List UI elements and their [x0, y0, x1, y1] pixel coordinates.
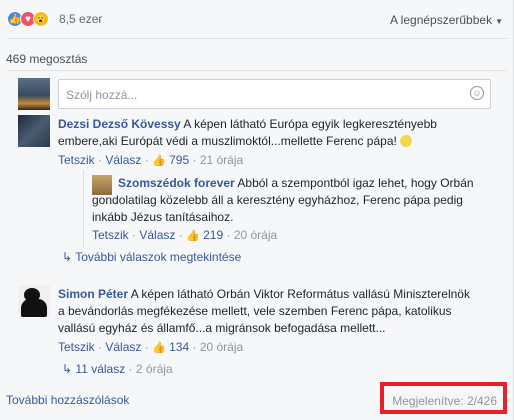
comment-body: Simon Péter A képen látható Orbán Viktor…	[58, 286, 498, 337]
like-button[interactable]: Tetszik	[58, 340, 95, 354]
comment-time[interactable]: 21 órája	[200, 153, 243, 167]
like-button[interactable]: Tetszik	[58, 153, 95, 167]
comment-author[interactable]: Dezsi Dezső Kövessy	[58, 117, 181, 131]
divider	[7, 70, 507, 71]
thumbs-up-icon: 👍	[152, 155, 166, 167]
wow-icon: 😮	[33, 11, 49, 27]
comment-text: vallású egyház és államfő...a migránsok …	[58, 321, 386, 335]
emoji-icon[interactable]: ☺	[470, 86, 484, 100]
comment-actions: Tetszik · Válasz · 👍 219 · 20 órája	[92, 228, 278, 242]
smiley-emoji-icon	[400, 135, 413, 147]
like-button[interactable]: Tetszik	[92, 228, 129, 242]
comment-author[interactable]: Szomszédok forever	[118, 176, 235, 190]
comment-text: A képen látható Európa egyik legkereszté…	[183, 117, 437, 131]
shown-count-highlight: Megjelenítve: 2/426	[380, 382, 507, 414]
comment-text: embere,aki Európát védi a muszlimoktól..…	[58, 134, 397, 148]
reaction-count[interactable]: 8,5 ezer	[59, 12, 102, 26]
sort-dropdown[interactable]: A legnépszerűbbek ▼	[390, 13, 503, 27]
comments-panel: 👍 ♥ 😮 8,5 ezer A legnépszerűbbek ▼ 469 me…	[0, 0, 514, 420]
replies-link[interactable]: 11 válasz	[75, 362, 125, 376]
comment-input[interactable]: Szólj hozzá... ☺	[58, 79, 491, 109]
replies-time: 2 órája	[135, 362, 173, 376]
reply-button[interactable]: Válasz	[105, 153, 141, 167]
thumbs-up-icon: 👍	[186, 230, 200, 242]
avatar[interactable]	[18, 285, 50, 317]
more-comments-link[interactable]: További hozzászólások	[6, 393, 129, 407]
comment-actions: Tetszik · Válasz · 👍 795 · 21 órája	[58, 153, 244, 167]
comment-text: a bevándorlás megfékezése mellett, vele …	[58, 304, 452, 318]
thumbs-up-icon: 👍	[152, 342, 166, 354]
current-user-avatar[interactable]	[18, 78, 50, 110]
share-count[interactable]: 469 megosztás	[6, 52, 87, 66]
comment-time[interactable]: 20 órája	[234, 228, 277, 242]
reply-button[interactable]: Válasz	[105, 340, 141, 354]
divider	[7, 38, 507, 39]
like-count[interactable]: 219	[203, 228, 223, 242]
reply-body: Szomszédok forever Abból a szempontból i…	[92, 175, 507, 226]
comment-text: Abból a szempontból igaz lehet, hogy Orb…	[237, 176, 474, 190]
comment-input-placeholder: Szólj hozzá...	[66, 88, 138, 102]
comment-actions: Tetszik · Válasz · 👍 134 · 20 órája	[58, 340, 244, 354]
caret-down-icon: ▼	[495, 17, 503, 26]
like-count[interactable]: 795	[169, 153, 189, 167]
reaction-icons[interactable]: 👍 ♥ 😮	[7, 11, 49, 27]
reply-arrow-icon: ↳	[62, 362, 73, 376]
more-replies-label: További válaszok megtekintése	[75, 250, 242, 264]
replies-summary: ↳ 11 válasz · 2 órája	[62, 362, 173, 376]
comment-text: inkább Jézus tanításaihoz.	[92, 210, 234, 224]
sort-label: A legnépszerűbbek	[390, 13, 493, 27]
reply-thread-line	[83, 170, 84, 248]
shown-count: Megjelenítve: 2/426	[392, 394, 497, 408]
reply-button[interactable]: Válasz	[139, 228, 175, 242]
reply-arrow-icon: ↳	[62, 250, 73, 264]
comment-text: A képen látható Orbán Viktor Református …	[130, 287, 470, 301]
more-replies-link[interactable]: ↳ További válaszok megtekintése	[62, 250, 241, 264]
comment-text: gondolatilag közelebb áll a keresztény e…	[92, 193, 463, 207]
comment-author[interactable]: Simon Péter	[58, 287, 128, 301]
like-count[interactable]: 134	[169, 340, 189, 354]
comment-time[interactable]: 20 órája	[200, 340, 243, 354]
comment-body: Dezsi Dezső Kövessy A képen látható Euró…	[58, 116, 498, 150]
avatar[interactable]	[18, 115, 50, 147]
